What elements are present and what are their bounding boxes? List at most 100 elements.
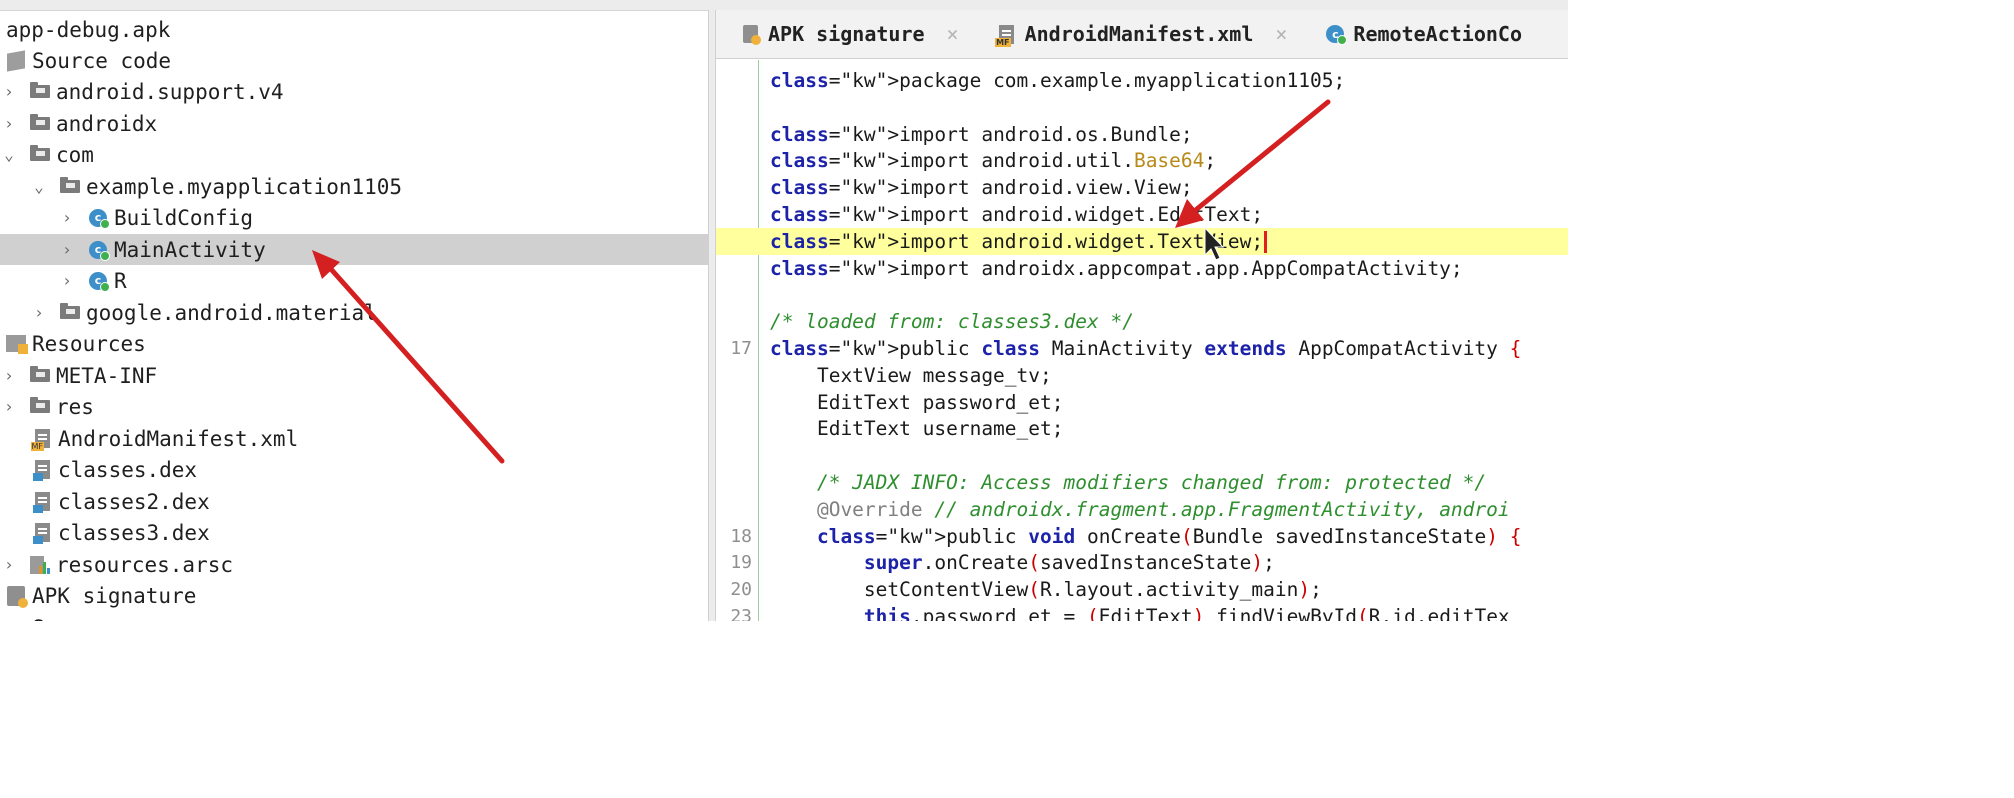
tree-item-classes2-dex[interactable]: classes2.dex xyxy=(0,486,708,517)
dex-file-icon xyxy=(30,521,54,545)
code-editor[interactable]: class="kw">package com.example.myapplica… xyxy=(716,60,1568,621)
tree-item-classes-dex[interactable]: classes.dex xyxy=(0,454,708,485)
code-line[interactable]: class="kw">package com.example.myapplica… xyxy=(716,67,1568,94)
tree-item-label: MainActivity xyxy=(114,237,266,262)
tree-item-buildconfig[interactable]: › c BuildConfig xyxy=(0,202,708,233)
tree-item-resources-arsc[interactable]: › resources.arsc xyxy=(0,549,708,580)
chevron-right-icon[interactable]: › xyxy=(58,271,76,290)
tree-item-label: S xyxy=(32,616,45,622)
code-line[interactable]: 20 setContentView(R.layout.activity_main… xyxy=(716,576,1568,603)
tree-item-androidx[interactable]: › androidx xyxy=(0,108,708,139)
tree-item-meta-inf[interactable]: › META-INF xyxy=(0,360,708,391)
tab-remoteactioncompat[interactable]: c RemoteActionCo xyxy=(1301,10,1536,58)
code-line[interactable]: TextView message_tv; xyxy=(716,362,1568,389)
arsc-file-icon xyxy=(28,553,52,577)
signature-icon xyxy=(738,22,762,46)
code-line[interactable]: class="kw">import android.view.View; xyxy=(716,174,1568,201)
code-line[interactable]: 19 super.onCreate(savedInstanceState); xyxy=(716,549,1568,576)
code-text[interactable]: this.password_et = (EditText) findViewBy… xyxy=(770,603,1510,621)
code-text[interactable]: class="kw">import android.widget.TextVie… xyxy=(770,228,1268,255)
close-icon[interactable]: × xyxy=(947,22,959,46)
line-number: 19 xyxy=(730,552,752,574)
code-text[interactable]: class="kw">import android.view.View; xyxy=(770,174,1193,201)
line-number: 23 xyxy=(730,606,752,621)
code-line[interactable]: /* loaded from: classes3.dex */ xyxy=(716,308,1568,335)
code-line[interactable]: 17 class="kw">public class MainActivity e… xyxy=(716,335,1568,362)
code-text[interactable]: class="kw">import androidx.appcompat.app… xyxy=(770,255,1463,282)
code-text[interactable]: class="kw">import android.util.Base64; xyxy=(770,147,1216,174)
code-line[interactable]: EditText password_et; xyxy=(716,389,1568,416)
tree-item-google-android-material[interactable]: › google.android.material xyxy=(0,297,708,328)
tree-item-label: res xyxy=(56,394,94,419)
code-line[interactable]: /* JADX INFO: Access modifiers changed f… xyxy=(716,469,1568,496)
package-icon xyxy=(28,112,52,136)
code-line[interactable] xyxy=(716,442,1568,469)
tab-apk-signature[interactable]: APK signature × xyxy=(716,10,973,58)
code-text[interactable]: TextView message_tv; xyxy=(770,362,1052,389)
code-line[interactable] xyxy=(716,281,1568,308)
tree-item-label: classes.dex xyxy=(58,457,198,482)
code-text[interactable]: EditText password_et; xyxy=(770,389,1064,416)
code-text[interactable]: class="kw">package com.example.myapplica… xyxy=(770,67,1345,94)
code-line[interactable]: @Override // androidx.fragment.app.Fragm… xyxy=(716,496,1568,523)
tree-item-com[interactable]: ⌄ com xyxy=(0,139,708,170)
tree-item-label: example.myapplication1105 xyxy=(86,174,403,199)
tree-item-android-support-v4[interactable]: › android.support.v4 xyxy=(0,76,708,107)
code-text[interactable]: super.onCreate(savedInstanceState); xyxy=(770,549,1275,576)
tree-item-label: androidx xyxy=(56,111,158,136)
code-text[interactable]: class="kw">import android.widget.EditTex… xyxy=(770,201,1263,228)
tree-item-mainactivity[interactable]: › c MainActivity xyxy=(0,234,708,265)
chevron-right-icon[interactable]: › xyxy=(58,208,76,227)
tab-androidmanifest[interactable]: AndroidManifest.xml × xyxy=(973,10,1302,58)
line-number: 17 xyxy=(730,338,752,359)
code-text[interactable]: setContentView(R.layout.activity_main); xyxy=(770,576,1322,603)
code-line[interactable]: 18 class="kw">public void onCreate(Bundl… xyxy=(716,523,1568,550)
chevron-right-icon[interactable]: › xyxy=(30,303,48,322)
line-number: 20 xyxy=(730,579,752,601)
chevron-down-icon[interactable]: ⌄ xyxy=(30,177,48,196)
code-text[interactable]: class="kw">public class MainActivity ext… xyxy=(770,335,1521,362)
tree-item-source-code[interactable]: Source code xyxy=(0,45,708,76)
tree-item-label: BuildConfig xyxy=(114,205,254,230)
chevron-right-icon[interactable]: › xyxy=(58,240,76,259)
panel-splitter[interactable] xyxy=(708,10,716,621)
class-icon: c xyxy=(86,238,110,262)
code-text[interactable]: @Override // androidx.fragment.app.Fragm… xyxy=(770,496,1510,523)
dex-file-icon xyxy=(30,490,54,514)
code-line[interactable]: 23 this.password_et = (EditText) findVie… xyxy=(716,603,1568,621)
text-caret xyxy=(1264,231,1268,254)
chevron-right-icon[interactable]: › xyxy=(0,366,18,385)
tree-item-r[interactable]: › c R xyxy=(0,265,708,296)
tree-item-apk[interactable]: app-debug.apk xyxy=(6,14,708,45)
code-text[interactable]: /* JADX INFO: Access modifiers changed f… xyxy=(770,469,1486,496)
tree-item-resources[interactable]: Resources xyxy=(0,328,708,359)
code-line[interactable]: class="kw">import android.os.Bundle; xyxy=(716,121,1568,148)
chevron-right-icon[interactable]: › xyxy=(0,82,18,101)
package-icon xyxy=(28,80,52,104)
code-line[interactable]: class="kw">import android.widget.EditTex… xyxy=(716,201,1568,228)
tree-item-label: META-INF xyxy=(56,363,158,388)
code-line[interactable]: EditText username_et; xyxy=(716,415,1568,442)
tree-item-label: classes2.dex xyxy=(58,489,210,514)
tree-item-res[interactable]: › res xyxy=(0,391,708,422)
close-icon[interactable]: × xyxy=(1275,22,1287,46)
tab-label: AndroidManifest.xml xyxy=(1024,22,1254,46)
tree-item-example-myapplication1105[interactable]: ⌄ example.myapplication1105 xyxy=(0,171,708,202)
tree-item-summary[interactable]: S xyxy=(0,612,708,621)
tree-item-label: classes3.dex xyxy=(58,520,210,545)
chevron-down-icon[interactable]: ⌄ xyxy=(0,145,18,164)
code-line[interactable] xyxy=(716,94,1568,121)
tree-item-apk-signature[interactable]: APK signature xyxy=(0,580,708,611)
tree-item-androidmanifest[interactable]: AndroidManifest.xml xyxy=(0,423,708,454)
code-text[interactable]: class="kw">public void onCreate(Bundle s… xyxy=(770,523,1521,550)
code-text[interactable]: class="kw">import android.os.Bundle; xyxy=(770,121,1193,148)
code-text[interactable]: EditText username_et; xyxy=(770,415,1064,442)
chevron-right-icon[interactable]: › xyxy=(0,555,18,574)
code-line[interactable]: class="kw">import androidx.appcompat.app… xyxy=(716,255,1568,282)
code-text[interactable]: /* loaded from: classes3.dex */ xyxy=(770,308,1134,335)
chevron-right-icon[interactable]: › xyxy=(0,114,18,133)
code-line[interactable]: class="kw">import android.widget.TextVie… xyxy=(716,227,1568,255)
chevron-right-icon[interactable]: › xyxy=(0,397,18,416)
tree-item-classes3-dex[interactable]: classes3.dex xyxy=(0,517,708,548)
code-line[interactable]: class="kw">import android.util.Base64; xyxy=(716,147,1568,174)
